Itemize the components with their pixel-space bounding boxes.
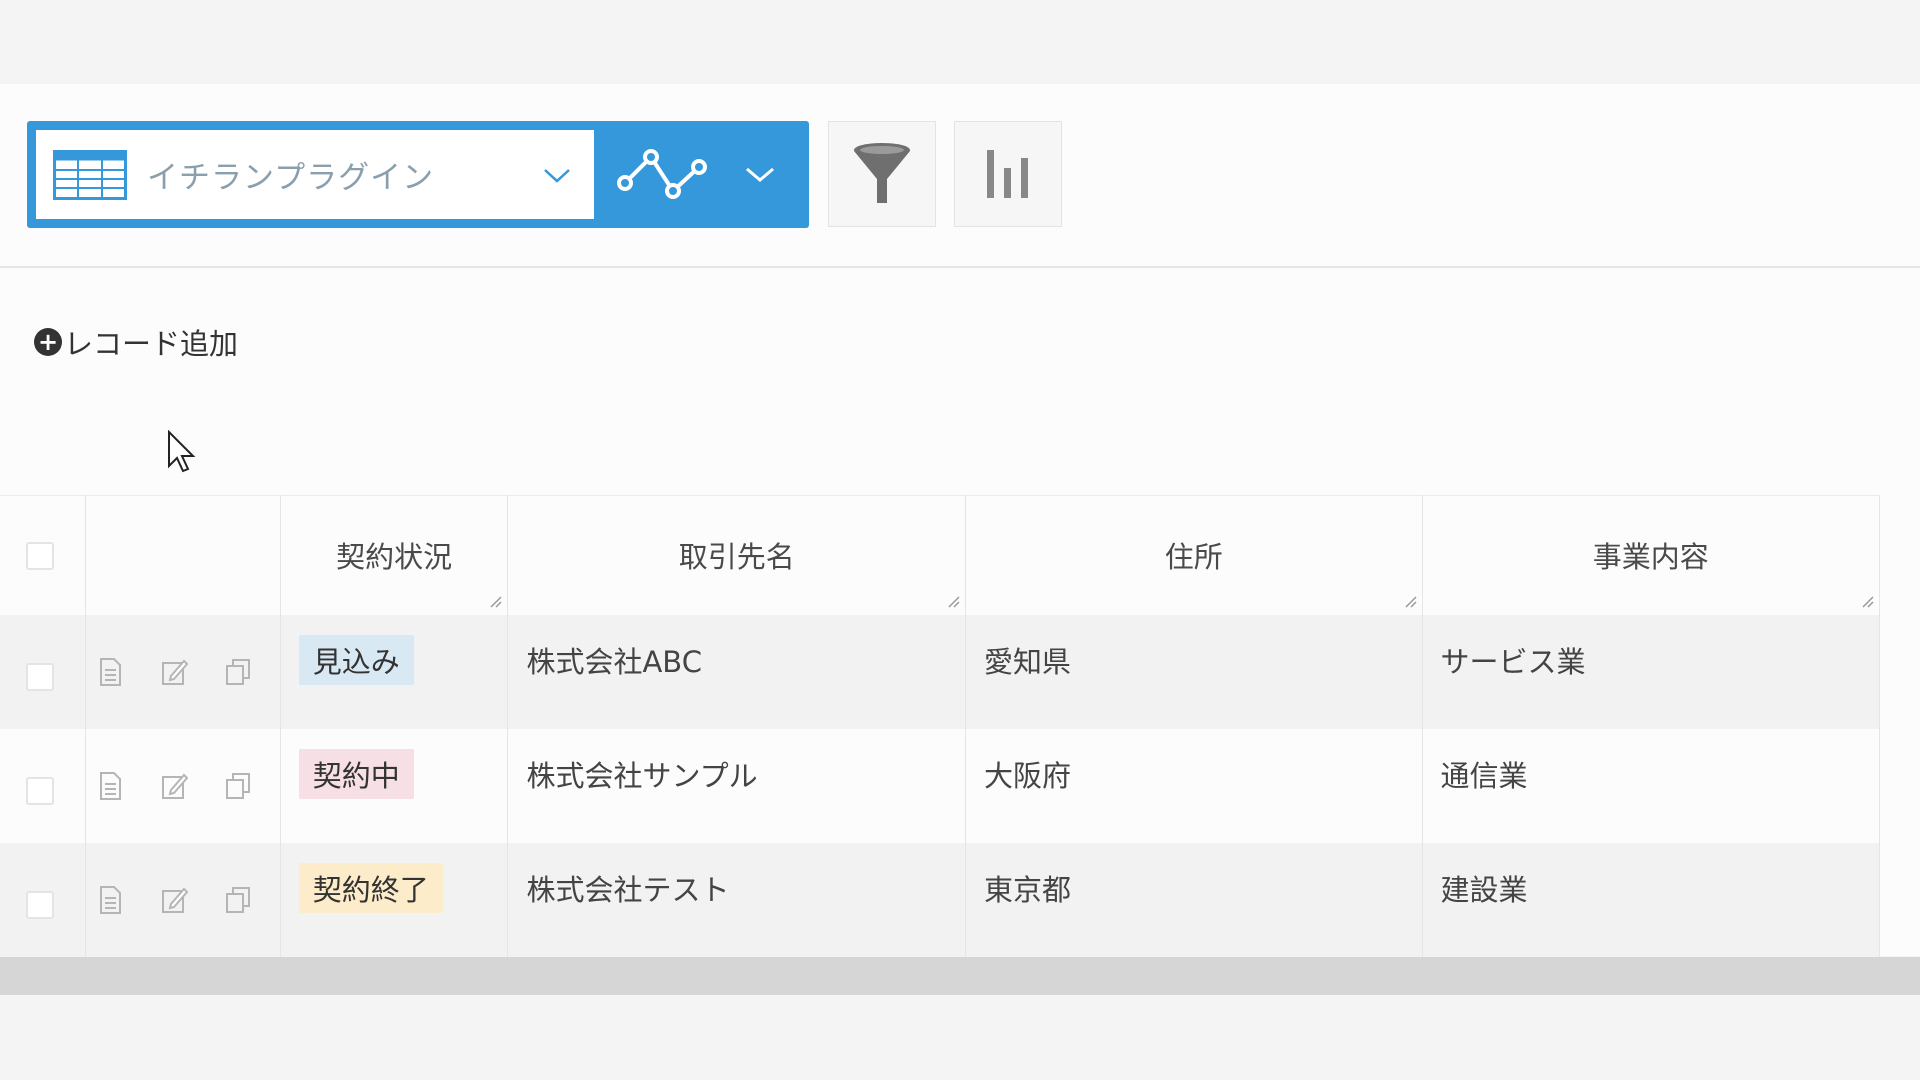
status-cell: 契約終了 (281, 843, 509, 957)
record-table: 契約状況 取引先名 住所 事業内容 見込み 株式会社ABC 愛知県 サービス業 … (0, 495, 1881, 957)
business-cell: サービス業 (1423, 615, 1881, 729)
business-cell: 建設業 (1423, 843, 1881, 957)
edit-icon[interactable] (160, 657, 188, 687)
document-icon[interactable] (96, 885, 124, 915)
client-name-cell: 株式会社サンプル (508, 729, 966, 843)
view-dropdown[interactable]: イチランプラグイン (36, 130, 594, 219)
address: 東京都 (983, 873, 1071, 907)
copy-icon[interactable] (224, 885, 252, 915)
header-label: 取引先名 (678, 540, 795, 574)
table-row: 見込み 株式会社ABC 愛知県 サービス業 (0, 615, 1881, 729)
row-checkbox[interactable] (26, 891, 54, 919)
header-actions-cell (85, 495, 281, 615)
status-badge: 見込み (298, 635, 414, 685)
business: 通信業 (1440, 759, 1528, 793)
graph-settings-button[interactable] (954, 121, 1062, 227)
row-actions (86, 843, 281, 957)
header-status[interactable]: 契約状況 (280, 495, 509, 615)
view-name: イチランプラグイン (147, 160, 435, 196)
client-name: 株式会社サンプル (526, 759, 758, 793)
graph-chevron-down-icon[interactable] (743, 163, 777, 185)
document-icon[interactable] (96, 657, 124, 687)
business: 建設業 (1440, 873, 1528, 907)
client-name-cell: 株式会社テスト (508, 843, 966, 957)
client-name-cell: 株式会社ABC (508, 615, 966, 729)
header-address[interactable]: 住所 (965, 495, 1423, 615)
row-check-cell (0, 615, 86, 729)
address-cell: 愛知県 (966, 615, 1423, 729)
address-cell: 大阪府 (966, 729, 1423, 843)
header-label: 契約状況 (336, 540, 453, 574)
header-business[interactable]: 事業内容 (1422, 495, 1881, 615)
status-badge: 契約終了 (298, 863, 443, 913)
top-band (0, 0, 1920, 84)
table-header: 契約状況 取引先名 住所 事業内容 (0, 495, 1881, 615)
bottom-band (0, 995, 1920, 1080)
address: 愛知県 (983, 645, 1071, 679)
status-badge: 契約中 (298, 749, 414, 799)
client-name: 株式会社ABC (526, 645, 702, 679)
column-resize-handle[interactable] (489, 595, 503, 609)
mouse-cursor-icon (168, 430, 196, 473)
add-record-button[interactable]: + レコード追加 (34, 320, 238, 364)
graph-view-button[interactable] (613, 139, 713, 209)
header-label: 事業内容 (1592, 540, 1709, 574)
business-cell: 通信業 (1423, 729, 1881, 843)
column-resize-handle[interactable] (947, 595, 961, 609)
table-row: 契約終了 株式会社テスト 東京都 建設業 (0, 843, 1881, 957)
edit-icon[interactable] (160, 885, 188, 915)
copy-icon[interactable] (224, 771, 252, 801)
row-check-cell (0, 729, 86, 843)
address: 大阪府 (983, 759, 1071, 793)
add-record-label: レコード追加 (64, 327, 239, 361)
document-icon[interactable] (96, 771, 124, 801)
bar-chart-icon (987, 150, 1028, 198)
toolbar: イチランプラグイン (0, 84, 1920, 268)
table-icon (53, 149, 127, 200)
table-row: 契約中 株式会社サンプル 大阪府 通信業 (0, 729, 1881, 843)
funnel-icon (854, 143, 910, 203)
line-graph-icon (617, 149, 707, 199)
row-actions (86, 729, 281, 843)
header-client-name[interactable]: 取引先名 (508, 495, 966, 615)
plus-circle-icon: + (34, 328, 62, 356)
edit-icon[interactable] (160, 771, 188, 801)
status-cell: 契約中 (281, 729, 509, 843)
business: サービス業 (1440, 645, 1586, 679)
address-cell: 東京都 (966, 843, 1423, 957)
view-selector: イチランプラグイン (27, 121, 809, 228)
header-check-cell (0, 495, 86, 615)
column-resize-handle[interactable] (1404, 595, 1418, 609)
row-check-cell (0, 843, 86, 957)
client-name: 株式会社テスト (526, 873, 730, 907)
status-cell: 見込み (281, 615, 509, 729)
chevron-down-icon (544, 168, 570, 183)
copy-icon[interactable] (224, 657, 252, 687)
header-label: 住所 (1164, 540, 1223, 574)
row-checkbox[interactable] (26, 663, 54, 691)
column-resize-handle[interactable] (1861, 595, 1875, 609)
horizontal-scrollbar[interactable] (0, 957, 1920, 995)
row-checkbox[interactable] (26, 777, 54, 805)
row-actions (86, 615, 281, 729)
filter-button[interactable] (828, 121, 936, 227)
select-all-checkbox[interactable] (26, 542, 54, 570)
